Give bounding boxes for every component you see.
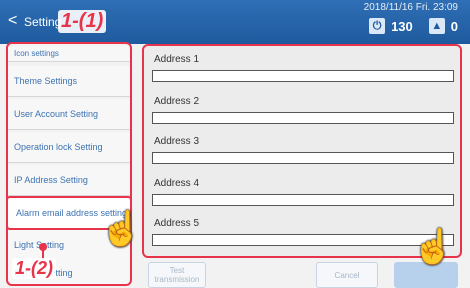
- warning-icon: ▲: [428, 18, 445, 34]
- address-2-input[interactable]: [152, 112, 454, 124]
- page-title: Setting: [24, 15, 62, 29]
- address-2-label: Address 2: [154, 96, 200, 107]
- address-5-label: Address 5: [154, 218, 200, 229]
- address-3-label: Address 3: [154, 136, 200, 147]
- warning-count: 0: [450, 18, 458, 34]
- step-label-1-2: 1-(2): [12, 258, 57, 279]
- step-label-1-1: 1-(1): [58, 10, 107, 33]
- address-5-input[interactable]: [152, 234, 454, 246]
- sidebar-item-user-account[interactable]: User Account Setting: [6, 99, 132, 130]
- cancel-button[interactable]: Cancel: [316, 262, 378, 288]
- sidebar-item-theme-settings[interactable]: Theme Settings: [6, 66, 132, 97]
- address-4-input[interactable]: [152, 194, 454, 206]
- pointing-hand-icon: ☝: [412, 228, 455, 266]
- power-icon: ⏻: [369, 18, 386, 34]
- address-1-label: Address 1: [154, 54, 200, 65]
- sidebar-item-icon-settings[interactable]: Icon settings: [6, 46, 132, 62]
- settings-screen: < Setting 2018/11/16 Fri. 23:09 ⏻ 130 ▲ …: [0, 0, 470, 288]
- back-chevron-icon[interactable]: <: [8, 13, 17, 29]
- address-4-label: Address 4: [154, 178, 200, 189]
- alarm-email-panel: Address 1 Address 2 Address 3 Address 4 …: [142, 44, 462, 258]
- sidebar-item-operation-lock[interactable]: Operation lock Setting: [6, 132, 132, 163]
- address-1-input[interactable]: [152, 70, 454, 82]
- settings-sidebar: Icon settings Theme Settings User Accoun…: [6, 44, 132, 284]
- address-3-input[interactable]: [152, 152, 454, 164]
- sidebar-item-ip-address[interactable]: IP Address Setting: [6, 165, 132, 196]
- pointing-hand-icon: ☝: [100, 210, 143, 248]
- status-indicators: ⏻ 130 ▲ 0: [369, 18, 458, 34]
- datetime: 2018/11/16 Fri. 23:09: [363, 2, 458, 13]
- test-transmission-button[interactable]: Test transmission: [148, 262, 206, 288]
- power-count: 130: [391, 18, 413, 34]
